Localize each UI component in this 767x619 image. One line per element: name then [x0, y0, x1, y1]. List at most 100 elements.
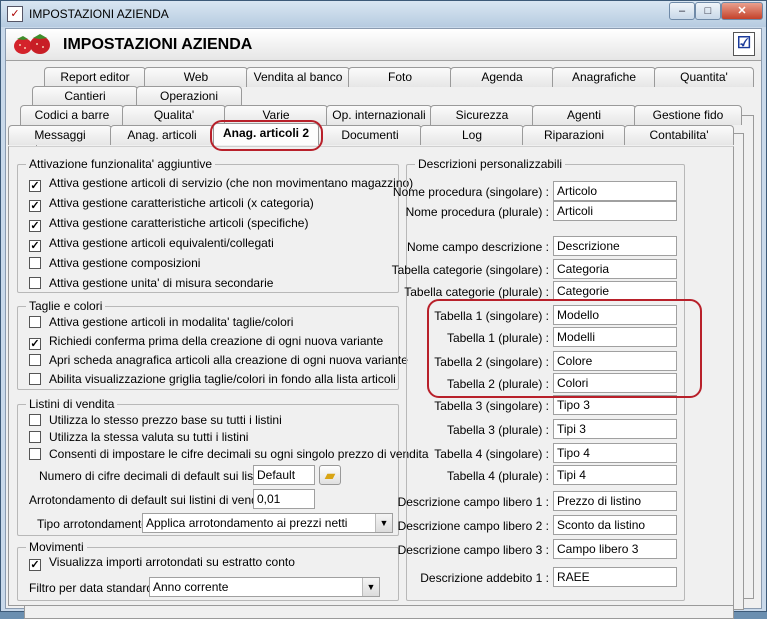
check-caratteristiche-categoria[interactable]: ✓ Attiva gestione caratteristiche articol…	[29, 196, 314, 212]
rounding-field[interactable]: 0,01	[253, 489, 315, 509]
tab-op-internazionali[interactable]: Op. internazionali	[326, 105, 432, 125]
tab-codici-barre[interactable]: Codici a barre	[20, 105, 124, 125]
checkbox[interactable]	[29, 414, 41, 426]
round-type-select[interactable]: Applica arrotondamento ai prezzi netti ▼	[142, 513, 393, 533]
checkbox[interactable]	[29, 257, 41, 269]
check-composizioni[interactable]: Attiva gestione composizioni	[29, 256, 200, 272]
desc-field-5[interactable]: Categorie	[553, 281, 677, 301]
desc-field-8[interactable]: Colore	[553, 351, 677, 371]
title-bar[interactable]: ✓ IMPOSTAZIONI AZIENDA – □ ✕	[1, 1, 766, 27]
checkbox[interactable]	[29, 448, 41, 460]
tab-documenti[interactable]: Documenti	[318, 125, 422, 145]
checkbox-label: Attiva gestione articoli di servizio (ch…	[49, 176, 414, 190]
minimize-button[interactable]: –	[669, 2, 695, 20]
checkbox[interactable]	[29, 431, 41, 443]
desc-label-7: Tabella 1 (plurale) :	[446, 331, 549, 345]
tab-foto[interactable]: Foto	[348, 67, 452, 87]
tab-agenda[interactable]: Agenda	[450, 67, 554, 87]
check-stessa-valuta[interactable]: Utilizza la stessa valuta su tutti i lis…	[29, 430, 248, 446]
check-caratteristiche-specifiche[interactable]: ✓ Attiva gestione caratteristiche articol…	[29, 216, 308, 232]
folder-icon[interactable]: ▰	[319, 465, 341, 485]
desc-field-11[interactable]: Tipi 3	[553, 419, 677, 439]
desc-field-16[interactable]: Campo libero 3	[553, 539, 677, 559]
check-griglia-taglie[interactable]: Abilita visualizzazione griglia taglie/c…	[29, 372, 396, 388]
desc-label-12: Tabella 4 (singolare) :	[434, 447, 549, 461]
tab-agenti[interactable]: Agenti	[532, 105, 636, 125]
checkbox[interactable]	[29, 277, 41, 289]
tab-log[interactable]: Log	[420, 125, 524, 145]
check-cifre-decimali[interactable]: Consenti di impostare le cifre decimali …	[29, 447, 429, 463]
tab-contabilita[interactable]: Contabilita'	[624, 125, 734, 145]
check-conferma-variante[interactable]: ✓ Richiedi conferma prima della creazione…	[29, 334, 383, 350]
filter-value: Anno corrente	[153, 580, 229, 594]
desc-field-12[interactable]: Tipo 4	[553, 443, 677, 463]
checkbox-label: Attiva gestione articoli in modalita' ta…	[49, 315, 294, 329]
desc-label-11: Tabella 3 (plurale) :	[446, 423, 549, 437]
check-importi-arrotondati[interactable]: ✓ Visualizza importi arrotondati su estra…	[29, 555, 295, 571]
tab-vendita-banco[interactable]: Vendita al banco	[246, 67, 350, 87]
checkbox[interactable]	[29, 373, 41, 385]
desc-field-2[interactable]: Articoli	[553, 201, 677, 221]
check-apri-scheda[interactable]: Apri scheda anagrafica articoli alla cre…	[29, 353, 408, 369]
chevron-down-icon[interactable]: ▼	[362, 578, 379, 596]
checkbox-label: Apri scheda anagrafica articoli alla cre…	[49, 353, 408, 367]
checkbox[interactable]: ✓	[29, 220, 41, 232]
desc-label-15: Descrizione campo libero 2 :	[397, 519, 549, 533]
checkbox[interactable]: ✓	[29, 200, 41, 212]
desc-field-17[interactable]: RAEE	[553, 567, 677, 587]
tab-anag-articoli[interactable]: Anag. articoli	[110, 125, 214, 145]
close-button[interactable]: ✕	[721, 2, 763, 20]
decimals-field[interactable]: Default	[253, 465, 315, 485]
tab-operazioni[interactable]: Operazioni	[136, 86, 242, 106]
desc-field-3[interactable]: Descrizione	[553, 236, 677, 256]
desc-label-4: Tabella categorie (singolare) :	[391, 263, 549, 277]
maximize-button[interactable]: □	[695, 2, 721, 20]
filter-select[interactable]: Anno corrente ▼	[149, 577, 380, 597]
filter-label: Filtro per data standard :	[29, 581, 160, 595]
checkbox[interactable]: ✓	[29, 180, 41, 192]
check-taglie-colori[interactable]: Attiva gestione articoli in modalita' ta…	[29, 315, 293, 331]
checkbox[interactable]	[29, 316, 41, 328]
tab-cantieri[interactable]: Cantieri	[32, 86, 138, 106]
checkbox[interactable]: ✓	[29, 240, 41, 252]
checkbox[interactable]: ✓	[29, 338, 41, 350]
strawberry-icon	[14, 34, 50, 54]
tab-anag-articoli-2[interactable]: Anag. articoli 2	[213, 123, 319, 145]
desc-field-14[interactable]: Prezzo di listino	[553, 491, 677, 511]
check-unita-misura[interactable]: Attiva gestione unita' di misura seconda…	[29, 276, 273, 292]
tab-varie[interactable]: Varie	[224, 105, 328, 125]
tab-report-editor[interactable]: Report editor	[44, 67, 146, 87]
check-stesso-prezzo[interactable]: Utilizza lo stesso prezzo base su tutti …	[29, 413, 282, 429]
chevron-down-icon[interactable]: ▼	[375, 514, 392, 532]
checkbox-label: Utilizza lo stesso prezzo base su tutti …	[49, 413, 282, 427]
desc-field-13[interactable]: Tipi 4	[553, 465, 677, 485]
tab-web[interactable]: Web	[144, 67, 248, 87]
desc-field-15[interactable]: Sconto da listino	[553, 515, 677, 535]
desc-label-3: Nome campo descrizione :	[406, 240, 549, 254]
desc-field-4[interactable]: Categoria	[553, 259, 677, 279]
tab-quantita[interactable]: Quantita'	[654, 67, 754, 87]
tab-messaggi[interactable]: Messaggi	[8, 125, 112, 145]
desc-field-1[interactable]: Articolo	[553, 181, 677, 201]
tab-gestione-fido[interactable]: Gestione fido	[634, 105, 742, 125]
checkbox-label: Richiedi conferma prima della creazione …	[49, 334, 384, 348]
tab-riparazioni[interactable]: Riparazioni	[522, 125, 626, 145]
desc-field-7[interactable]: Modelli	[553, 327, 677, 347]
checkbox[interactable]	[29, 354, 41, 366]
desc-label-10: Tabella 3 (singolare) :	[434, 399, 549, 413]
check-articoli-servizio[interactable]: ✓ Attiva gestione articoli di servizio (c…	[29, 176, 413, 192]
tab-qualita[interactable]: Qualita'	[122, 105, 226, 125]
checklist-icon[interactable]: ☑	[733, 32, 755, 56]
group-title: Descrizioni personalizzabili	[415, 157, 566, 171]
checkbox-label: Attiva gestione caratteristiche articoli…	[49, 196, 314, 210]
tab-anagrafiche[interactable]: Anagrafiche	[552, 67, 656, 87]
checkbox[interactable]: ✓	[29, 559, 41, 571]
desc-field-6[interactable]: Modello	[553, 305, 677, 325]
desc-field-9[interactable]: Colori	[553, 373, 677, 393]
checkbox-label: Attiva gestione unita' di misura seconda…	[49, 276, 274, 290]
tab-sicurezza[interactable]: Sicurezza	[430, 105, 534, 125]
checkbox-label: Utilizza la stessa valuta su tutti i lis…	[49, 430, 249, 444]
check-articoli-equivalenti[interactable]: ✓ Attiva gestione articoli equivalenti/co…	[29, 236, 274, 252]
client-area: IMPOSTAZIONI AZIENDA ☑ Report editor Web…	[5, 28, 762, 619]
desc-field-10[interactable]: Tipo 3	[553, 395, 677, 415]
